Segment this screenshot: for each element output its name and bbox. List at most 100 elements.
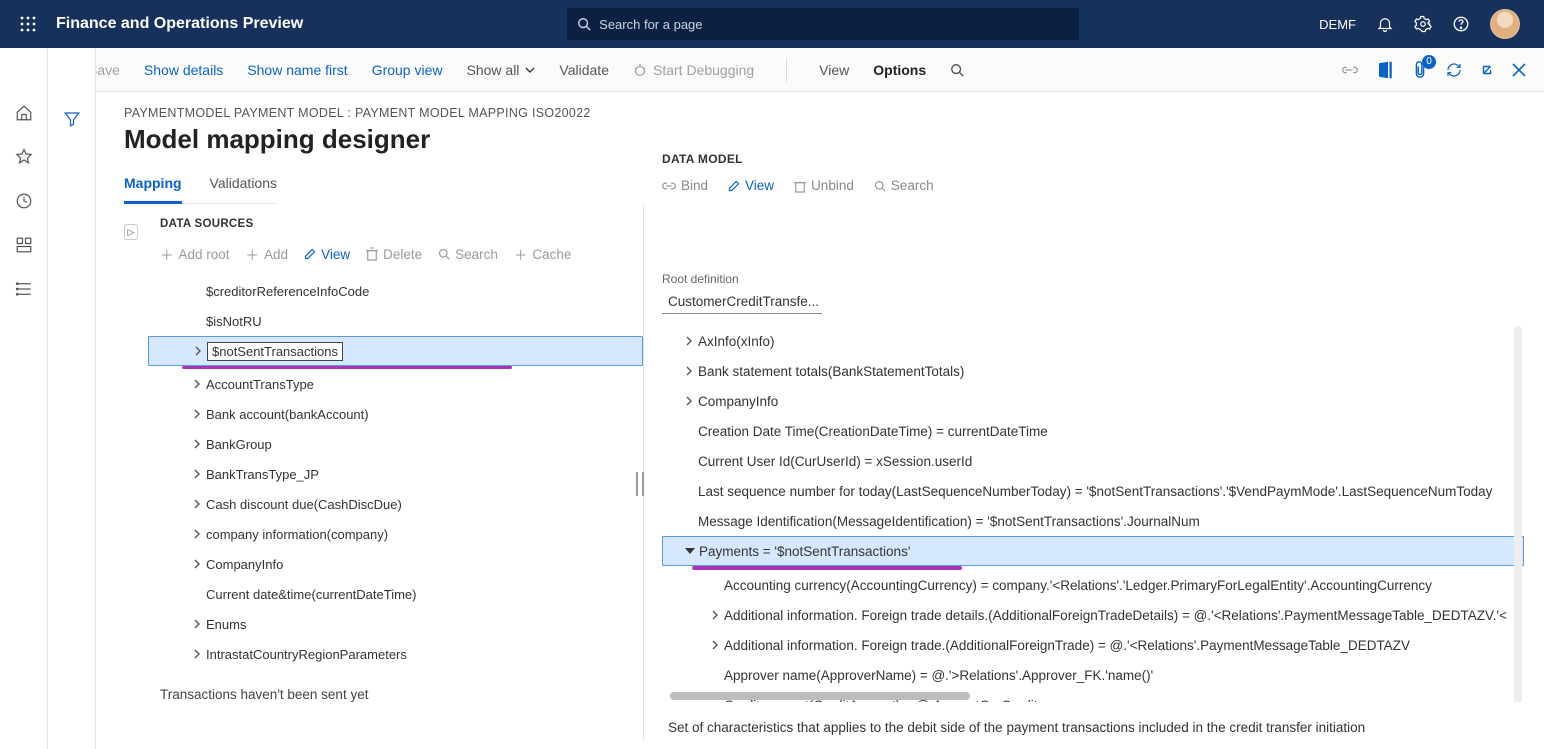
- scrollbar-horizontal[interactable]: [670, 692, 970, 700]
- dm-tree-item[interactable]: Additional information. Foreign trade de…: [662, 600, 1524, 630]
- company-code[interactable]: DEMF: [1319, 17, 1356, 32]
- show-name-first-button[interactable]: Show name first: [247, 62, 347, 78]
- ds-search-button[interactable]: Search: [438, 247, 498, 262]
- ds-tree-item[interactable]: $isNotRU: [148, 306, 643, 336]
- dm-tree-item[interactable]: Approver name(ApproverName) = @.'>Relati…: [662, 660, 1524, 690]
- help-icon[interactable]: [1452, 15, 1470, 33]
- dm-tree-item[interactable]: Bank statement totals(BankStatementTotal…: [662, 356, 1524, 386]
- modules-icon[interactable]: [15, 280, 33, 298]
- app-launcher-icon[interactable]: [8, 0, 48, 48]
- dm-tree-item[interactable]: Current User Id(CurUserId) = xSession.us…: [662, 446, 1524, 476]
- chevron-right-icon[interactable]: [188, 379, 206, 389]
- dm-tree-item[interactable]: Last sequence number for today(LastSeque…: [662, 476, 1524, 506]
- ds-view-button[interactable]: View: [304, 247, 350, 262]
- ds-tree-item[interactable]: IntrastatCountryRegionParameters: [148, 639, 643, 669]
- ds-tree-item[interactable]: Current date&time(currentDateTime): [148, 579, 643, 609]
- dm-tree-item[interactable]: Message Identification(MessageIdentifica…: [662, 506, 1524, 536]
- global-search[interactable]: Search for a page: [567, 8, 1079, 40]
- recent-icon[interactable]: [15, 192, 33, 210]
- chevron-right-icon[interactable]: [188, 469, 206, 479]
- bell-icon[interactable]: [1376, 15, 1394, 33]
- group-view-button[interactable]: Group view: [372, 62, 443, 78]
- ds-tree-item[interactable]: CompanyInfo: [148, 549, 643, 579]
- add-button[interactable]: ＋Add: [246, 244, 289, 264]
- ds-tree-label: $notSentTransactions: [207, 342, 343, 361]
- ds-tree-label: BankGroup: [206, 437, 272, 452]
- ds-tree-label: Bank account(bankAccount): [206, 407, 369, 422]
- chevron-right-icon[interactable]: [680, 366, 698, 376]
- ds-tree-item[interactable]: BankGroup: [148, 429, 643, 459]
- dm-tree-item[interactable]: Accounting currency(AccountingCurrency) …: [662, 570, 1524, 600]
- chevron-right-icon[interactable]: [706, 640, 724, 650]
- chevron-right-icon[interactable]: [680, 336, 698, 346]
- ds-tree-item[interactable]: Cash discount due(CashDiscDue): [148, 489, 643, 519]
- popout-icon[interactable]: [1480, 63, 1494, 77]
- workspace-icon[interactable]: [15, 236, 33, 254]
- dm-tree-item[interactable]: Payments = '$notSentTransactions': [662, 536, 1524, 566]
- chevron-right-icon[interactable]: [188, 439, 206, 449]
- refresh-icon[interactable]: [1446, 62, 1462, 78]
- delete-button[interactable]: Delete: [366, 247, 422, 262]
- filter-icon[interactable]: [63, 110, 81, 128]
- chevron-right-icon[interactable]: [188, 499, 206, 509]
- chevron-right-icon[interactable]: [188, 619, 206, 629]
- ds-tree-item[interactable]: company information(company): [148, 519, 643, 549]
- data-sources-tree[interactable]: $creditorReferenceInfoCode $isNotRU $notSe…: [124, 276, 643, 669]
- collapse-handle-icon[interactable]: ▷: [124, 224, 138, 240]
- show-all-dropdown[interactable]: Show all: [467, 62, 536, 78]
- gear-icon[interactable]: [1414, 15, 1432, 33]
- show-details-button[interactable]: Show details: [144, 62, 223, 78]
- dm-tree-label: CompanyInfo: [698, 394, 778, 409]
- ds-tree-label: $creditorReferenceInfoCode: [206, 284, 369, 299]
- bind-button[interactable]: Bind: [662, 178, 708, 193]
- root-definition-value[interactable]: CustomerCreditTransfe...: [662, 290, 822, 314]
- tab-validations[interactable]: Validations: [210, 169, 277, 203]
- dm-search-button[interactable]: Search: [874, 178, 934, 193]
- tab-mapping[interactable]: Mapping: [124, 169, 182, 204]
- data-model-tree[interactable]: AxInfo(xInfo) Bank statement totals(BankS…: [662, 326, 1524, 702]
- view-button[interactable]: View: [819, 62, 849, 78]
- ds-tree-item[interactable]: BankTransType_JP: [148, 459, 643, 489]
- close-icon[interactable]: [1512, 63, 1526, 77]
- ds-tree-item[interactable]: AccountTransType: [148, 369, 643, 399]
- favorite-icon[interactable]: [15, 148, 33, 166]
- link-icon[interactable]: [1342, 65, 1358, 75]
- dm-view-button[interactable]: View: [728, 178, 774, 193]
- dm-tree-item[interactable]: CompanyInfo: [662, 386, 1524, 416]
- dm-tree-item[interactable]: Creation Date Time(CreationDateTime) = c…: [662, 416, 1524, 446]
- dm-tree-label: AxInfo(xInfo): [698, 334, 775, 349]
- add-root-button[interactable]: ＋Add root: [160, 244, 230, 264]
- ds-tree-item[interactable]: Bank account(bankAccount): [148, 399, 643, 429]
- dm-tree-label: Bank statement totals(BankStatementTotal…: [698, 364, 964, 379]
- ds-tree-item[interactable]: $notSentTransactions: [148, 336, 643, 366]
- chevron-right-icon[interactable]: [706, 610, 724, 620]
- attachments-icon[interactable]: 0: [1412, 61, 1428, 79]
- chevron-right-icon[interactable]: [188, 529, 206, 539]
- chevron-right-icon[interactable]: [188, 409, 206, 419]
- validate-button[interactable]: Validate: [559, 62, 609, 78]
- cache-button[interactable]: ＋Cache: [514, 244, 572, 264]
- chevron-right-icon[interactable]: [680, 396, 698, 406]
- splitter-handle[interactable]: [636, 472, 644, 496]
- start-debugging-button[interactable]: Start Debugging: [633, 62, 754, 78]
- scrollbar-vertical[interactable]: [1514, 326, 1522, 702]
- ds-tree-item[interactable]: Enums: [148, 609, 643, 639]
- chevron-down-icon[interactable]: [681, 547, 699, 555]
- toolbar-search-icon[interactable]: [950, 63, 964, 77]
- dm-tree-label: Approver name(ApproverName) = @.'>Relati…: [724, 668, 1153, 683]
- home-icon[interactable]: [15, 104, 33, 122]
- office-icon[interactable]: [1376, 61, 1394, 79]
- avatar[interactable]: [1490, 9, 1520, 39]
- dm-tree-item[interactable]: Additional information. Foreign trade.(A…: [662, 630, 1524, 660]
- root-definition-label: Root definition: [662, 272, 1524, 286]
- dm-tree-label: Payments = '$notSentTransactions': [699, 544, 910, 559]
- ds-status-text: Transactions haven't been sent yet: [124, 669, 643, 710]
- chevron-right-icon[interactable]: [188, 649, 206, 659]
- chevron-right-icon[interactable]: [188, 559, 206, 569]
- dm-tree-item[interactable]: AxInfo(xInfo): [662, 326, 1524, 356]
- ds-tree-item[interactable]: $creditorReferenceInfoCode: [148, 276, 643, 306]
- chevron-right-icon[interactable]: [189, 346, 207, 356]
- options-button[interactable]: Options: [873, 62, 926, 78]
- dm-description: Set of characteristics that applies to t…: [662, 702, 1524, 741]
- unbind-button[interactable]: Unbind: [794, 178, 854, 193]
